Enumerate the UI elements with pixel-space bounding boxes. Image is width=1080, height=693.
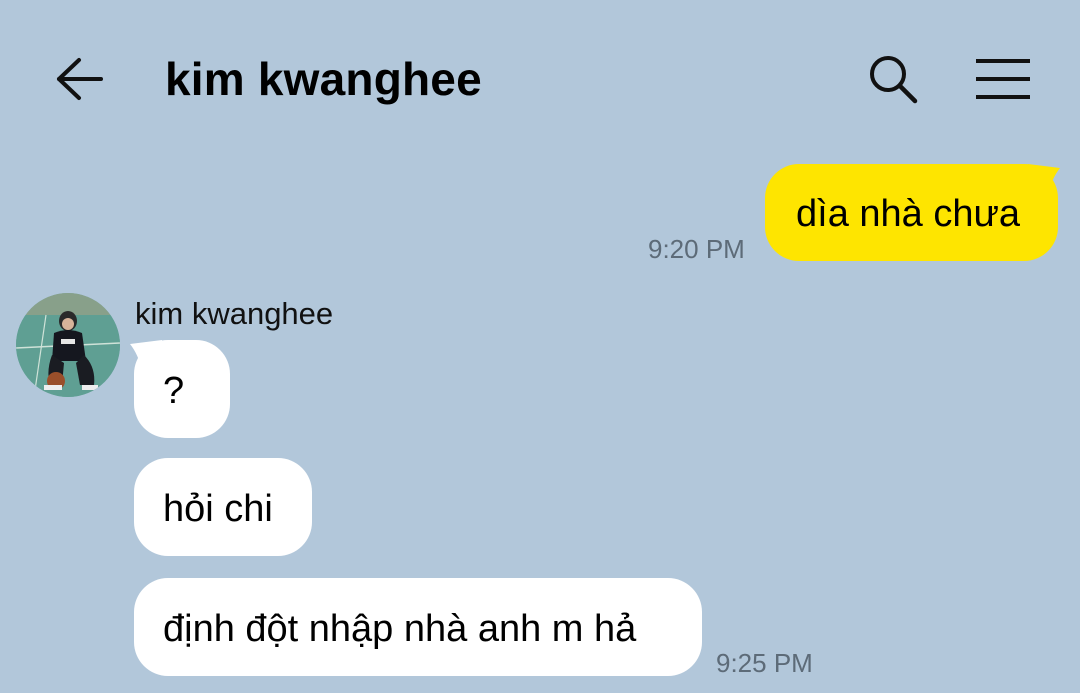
message-timestamp: 9:20 PM [648,234,745,264]
message-text: ? [163,370,185,412]
incoming-message-bubble[interactable]: hỏi chi [134,458,312,556]
message-timestamp: 9:25 PM [716,648,813,678]
profile-photo [16,293,120,397]
outgoing-message-bubble[interactable]: dìa nhà chưa [765,164,1058,261]
menu-button[interactable] [970,50,1036,108]
back-button[interactable] [50,50,108,108]
message-text: dìa nhà chưa [796,193,1021,235]
chat-header: kim kwanghee [0,0,1080,150]
search-icon [870,56,918,104]
chat-title: kim kwanghee [165,53,482,105]
avatar[interactable] [16,293,120,397]
message-text: định đột nhập nhà anh m hả [163,608,637,650]
sender-name: kim kwanghee [135,296,334,331]
incoming-message-bubble[interactable]: định đột nhập nhà anh m hả [134,578,702,676]
arrow-left-icon [57,58,103,100]
search-button[interactable] [862,50,924,108]
message-text: hỏi chi [163,488,273,530]
incoming-message-bubble[interactable]: ? [134,340,230,438]
hamburger-menu-icon [976,59,1030,99]
